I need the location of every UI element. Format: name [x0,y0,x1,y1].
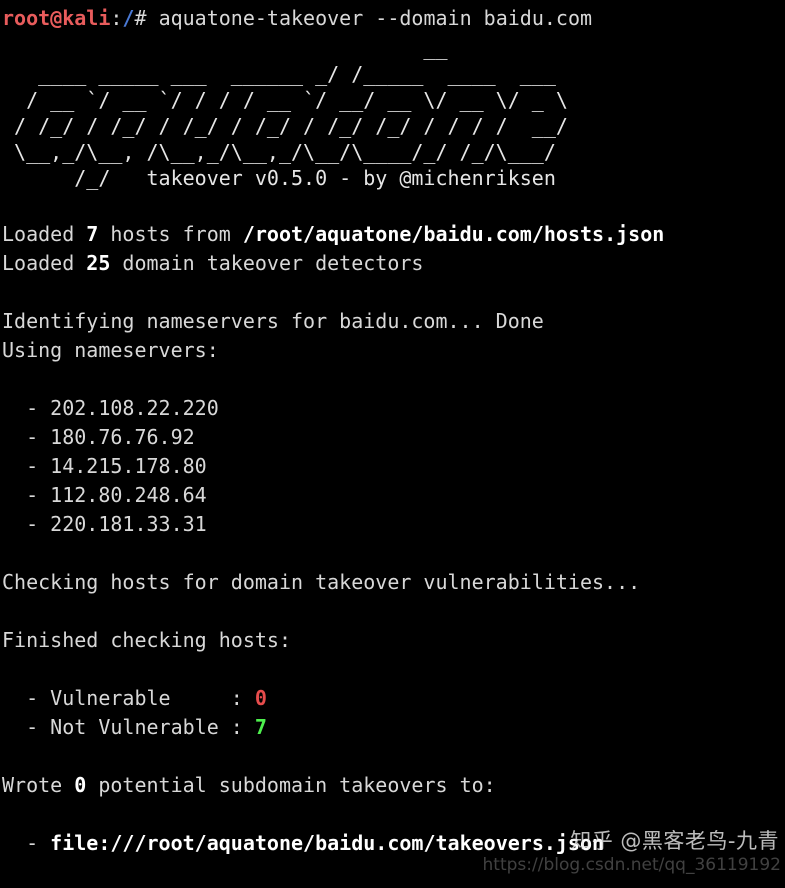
wrote-prefix: Wrote [2,773,75,797]
nameserver-item: - 202.108.22.220 [2,394,785,423]
list-bullet: - [2,396,51,420]
result-row-not-vulnerable: - Not Vulnerable : 7 [2,713,785,742]
list-bullet: - [2,686,51,710]
nameserver-ip: 220.181.33.31 [50,512,207,536]
prompt-sigil: # [134,6,159,30]
banner-version-line: /_/ takeover v0.5.0 - by @michenriksen [2,166,556,190]
aquatone-ascii-banner: __ ____ _____ ___ ______ _/ /_____ ____ … [2,35,785,191]
result-label: Not Vulnerable : [50,715,255,739]
banner-line-4: / /_/ / /_/ / /_/ / /_/ / /_/ /_/ / / / … [2,114,568,138]
list-bullet: - [2,483,51,507]
command-text: aquatone-takeover --domain baidu.com [158,6,593,30]
list-bullet: - [2,512,51,536]
hosts-file-path: /root/aquatone/baidu.com/hosts.json [242,222,665,246]
nameserver-ip: 180.76.76.92 [50,425,195,449]
list-bullet: - [2,831,51,855]
loaded-detectors-suffix: domain takeover detectors [110,251,424,275]
prompt-line: root@kali:/# aquatone-takeover --domain … [2,4,785,33]
list-bullet: - [2,454,51,478]
not-vulnerable-count: 7 [254,715,267,739]
result-label: Vulnerable : [50,686,255,710]
wrote-count: 0 [74,773,87,797]
loaded-detectors-prefix: Loaded [2,251,87,275]
loaded-hosts-prefix: Loaded [2,222,87,246]
prompt-user-host: root@kali [2,6,111,30]
banner-line-3: / __ `/ __ `/ / / / __ `/ __/ __ \/ __ \… [2,88,568,112]
banner-line-5: \__,_/\__, /\__,_/\__,_/\__/\____/_/ /_/… [2,140,556,164]
loaded-detectors-line: Loaded 25 domain takeover detectors [2,249,785,278]
result-row-vulnerable: - Vulnerable : 0 [2,684,785,713]
nameserver-ip: 202.108.22.220 [50,396,219,420]
identifying-nameservers-line: Identifying nameservers for baidu.com...… [2,309,544,333]
loaded-hosts-count: 7 [86,222,99,246]
prompt-path: / [122,6,135,30]
wrote-suffix: potential subdomain takeovers to: [86,773,496,797]
output-file-url[interactable]: file:///root/aquatone/baidu.com/takeover… [50,831,604,855]
vulnerable-count: 0 [254,686,267,710]
loaded-hosts-middle: hosts from [98,222,243,246]
nameserver-ip: 112.80.248.64 [50,483,207,507]
loaded-hosts-line: Loaded 7 hosts from /root/aquatone/baidu… [2,220,785,249]
list-bullet: - [2,425,51,449]
nameserver-item: - 112.80.248.64 [2,481,785,510]
terminal-window: root@kali:/# aquatone-takeover --domain … [0,0,785,888]
nameserver-item: - 180.76.76.92 [2,423,785,452]
wrote-summary-line: Wrote 0 potential subdomain takeovers to… [2,771,785,800]
loaded-detectors-count: 25 [86,251,111,275]
nameserver-item: - 14.215.178.80 [2,452,785,481]
nameserver-ip: 14.215.178.80 [50,454,207,478]
checking-hosts-line: Checking hosts for domain takeover vulne… [2,570,641,594]
banner-line-1: __ [2,36,448,60]
list-bullet: - [2,715,51,739]
prompt-colon: : [110,6,123,30]
nameserver-item: - 220.181.33.31 [2,510,785,539]
output-file-row: - file:///root/aquatone/baidu.com/takeov… [2,829,785,858]
finished-checking-label: Finished checking hosts: [2,628,291,652]
using-nameservers-label: Using nameservers: [2,338,219,362]
banner-line-2: ____ _____ ___ ______ _/ /_____ ____ ___ [2,62,556,86]
